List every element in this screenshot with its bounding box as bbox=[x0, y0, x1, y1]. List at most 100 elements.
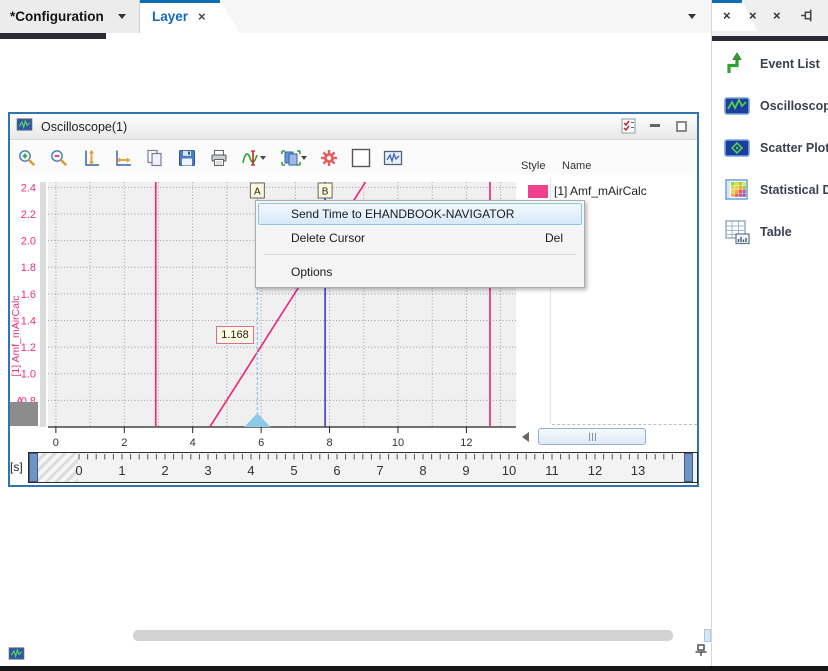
cursor-value-readout: 1.168 bbox=[216, 326, 254, 344]
oscilloscope-window: Oscilloscope(1) 0246810122.42.22.01.81.6… bbox=[8, 112, 699, 487]
legend-name-header: Name bbox=[562, 160, 591, 172]
sidebar-item-scatter-plot[interactable]: Scatter Plot bbox=[712, 127, 828, 169]
sidebar-item-label: Scatter Plot bbox=[760, 141, 828, 155]
tab-layer-label: Layer bbox=[152, 9, 188, 24]
vertical-scrollbar-thumb[interactable] bbox=[10, 402, 38, 426]
ruler-number: 2 bbox=[161, 463, 168, 478]
cursor-flag-label: B bbox=[322, 187, 329, 198]
sidebar-item-label: Statistical Data bbox=[760, 183, 828, 197]
menu-item-options[interactable]: Options bbox=[258, 261, 582, 283]
oscilloscope-toolbar bbox=[10, 141, 697, 175]
settings-gear-button[interactable] bbox=[316, 146, 342, 170]
y-tick-label: 1.4 bbox=[21, 315, 36, 327]
menu-item-delete-cursor[interactable]: Delete CursorDel bbox=[258, 227, 582, 249]
page-horizontal-scrollbar[interactable] bbox=[133, 630, 673, 641]
x-tick-label: 2 bbox=[121, 437, 127, 449]
save-icon bbox=[177, 148, 197, 168]
cursor-flag-label: A bbox=[254, 187, 261, 198]
x-tick-label: 4 bbox=[190, 437, 196, 449]
ruler-unit-label: [s] bbox=[10, 460, 23, 474]
tab-overflow-button[interactable] bbox=[688, 14, 696, 19]
y-tick-label: 2.2 bbox=[21, 209, 36, 221]
ruler-number: 6 bbox=[333, 463, 340, 478]
x-tick-label: 12 bbox=[460, 437, 472, 449]
x-tick-label: 8 bbox=[326, 437, 332, 449]
menu-item-label: Options bbox=[291, 265, 332, 279]
ruler-number: 0 bbox=[75, 463, 82, 478]
print-icon bbox=[209, 148, 229, 168]
tab-configuration[interactable]: *Configuration bbox=[0, 0, 140, 33]
sidebar-item-event-list[interactable]: Event List bbox=[712, 43, 828, 85]
right-panel-tab-bar: × × × bbox=[712, 0, 828, 36]
legend-style-swatch[interactable] bbox=[528, 185, 548, 198]
ruler-number: 7 bbox=[376, 463, 383, 478]
y-tick-label: 1.6 bbox=[21, 289, 36, 301]
ruler-range-handle-right[interactable] bbox=[684, 453, 693, 482]
sidebar-item-statistical-data[interactable]: Statistical Data bbox=[712, 169, 828, 211]
ruler-number: 9 bbox=[462, 463, 469, 478]
fit-horizontal-button[interactable] bbox=[110, 146, 136, 170]
ruler-number: 8 bbox=[419, 463, 426, 478]
signal-cursor-button[interactable] bbox=[238, 146, 270, 170]
right-tab-close-icon[interactable]: × bbox=[749, 9, 757, 22]
menu-item-label: Delete Cursor bbox=[291, 231, 365, 245]
pin-icon[interactable] bbox=[800, 8, 815, 28]
right-tab-close-icon[interactable]: × bbox=[723, 9, 731, 22]
chevron-down-icon bbox=[688, 14, 696, 19]
measure-list-button[interactable] bbox=[621, 118, 637, 134]
x-tick-label: 0 bbox=[53, 437, 59, 449]
oscilloscope-titlebar[interactable]: Oscilloscope(1) bbox=[10, 114, 697, 140]
tool-palette-panel: × × × Event ListOscilloscope Scatter Plot… bbox=[712, 0, 828, 671]
ruler-number: 4 bbox=[247, 463, 254, 478]
oscilloscope-icon bbox=[16, 116, 33, 138]
oscilloscope-mini-button[interactable] bbox=[380, 146, 406, 170]
pin-icon[interactable] bbox=[694, 643, 708, 657]
tabbar-edge bbox=[0, 33, 106, 39]
statistical-data-icon bbox=[724, 177, 750, 203]
tab-layer[interactable]: Layer × bbox=[140, 0, 240, 33]
chevron-down-icon[interactable] bbox=[118, 14, 126, 19]
x-tick-label: 10 bbox=[392, 437, 404, 449]
oscilloscope-icon[interactable] bbox=[8, 645, 25, 662]
table-icon bbox=[724, 219, 750, 245]
context-menu: Send Time to EHANDBOOK-NAVIGATOR Delete C… bbox=[255, 200, 585, 288]
ruler-number: 12 bbox=[588, 463, 602, 478]
zoom-in-button[interactable] bbox=[14, 146, 40, 170]
horizontal-scrollbar-thumb[interactable] bbox=[538, 428, 646, 445]
legend-series-name[interactable]: [1] Amf_mAirCalc bbox=[554, 184, 647, 198]
tab-layer-close-icon[interactable]: × bbox=[198, 10, 206, 23]
scroll-left-arrow[interactable] bbox=[522, 432, 529, 442]
ruler-range-handle-left[interactable] bbox=[29, 453, 38, 482]
right-tab-close-icon[interactable]: × bbox=[773, 9, 781, 22]
zoom-out-button[interactable] bbox=[46, 146, 72, 170]
maximize-button[interactable] bbox=[673, 118, 689, 134]
signal-cursor-icon bbox=[241, 148, 267, 168]
scatter-plot-icon bbox=[724, 135, 750, 161]
save-button[interactable] bbox=[174, 146, 200, 170]
tool-list: Event ListOscilloscope Scatter Plot Statis… bbox=[712, 43, 828, 253]
scrollbar-nub[interactable] bbox=[704, 629, 711, 642]
oscilloscope-tool-icon bbox=[724, 93, 750, 119]
zoom-in-icon bbox=[17, 148, 37, 168]
window-title: Oscilloscope(1) bbox=[41, 120, 127, 134]
fit-vertical-button[interactable] bbox=[78, 146, 104, 170]
menu-separator bbox=[264, 254, 576, 255]
ruler-number: 1 bbox=[118, 463, 125, 478]
minimize-icon bbox=[650, 124, 660, 127]
y-tick-label: 1.0 bbox=[21, 369, 36, 381]
legend-style-header: Style bbox=[521, 160, 545, 172]
time-ruler[interactable]: 012345678910111213 bbox=[28, 452, 698, 483]
copy-button[interactable] bbox=[142, 146, 168, 170]
ruler-number: 3 bbox=[204, 463, 211, 478]
print-button[interactable] bbox=[206, 146, 232, 170]
ruler-scale: 012345678910111213 bbox=[29, 453, 697, 482]
menu-item-label: Send Time to EHANDBOOK-NAVIGATOR bbox=[291, 207, 514, 221]
y-scrollbar-track[interactable] bbox=[40, 182, 46, 427]
view-layout-button[interactable] bbox=[276, 146, 310, 170]
minimize-button[interactable] bbox=[647, 118, 663, 134]
sidebar-item-table[interactable]: Table bbox=[712, 211, 828, 253]
menu-item-send-time-to-ehandbook-navigator[interactable]: Send Time to EHANDBOOK-NAVIGATOR bbox=[258, 203, 582, 225]
empty-square-button[interactable] bbox=[348, 146, 374, 170]
sidebar-item-oscilloscope[interactable]: Oscilloscope bbox=[712, 85, 828, 127]
ruler-number: 13 bbox=[631, 463, 645, 478]
